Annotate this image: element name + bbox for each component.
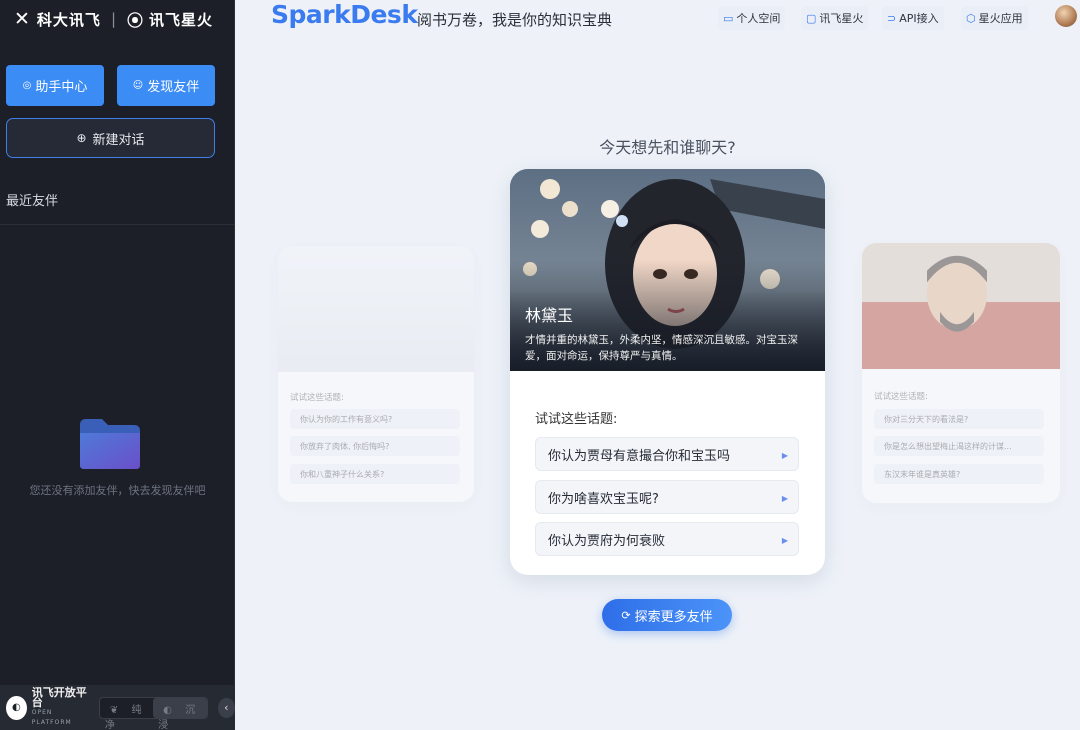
right-try-label: 试试这些话题:	[874, 392, 928, 402]
xunfei-spark-label: 讯飞星火	[819, 12, 864, 25]
folder-icon: ▭	[723, 11, 734, 25]
right-topic-1[interactable]: 你对三分天下的看法是?	[874, 409, 1044, 429]
slogan: 阅书万卷，我是你的知识宝典	[417, 11, 613, 29]
featured-topic-3[interactable]: 你认为贾府为何衰败 ▶	[535, 522, 799, 556]
brand-right: 讯飞星火	[149, 10, 214, 29]
partner-card-right[interactable]: 试试这些话题: 你对三分天下的看法是? 你是怎么想出望梅止渴这样的计谋... 东…	[862, 243, 1060, 503]
featured-partner-name: 林黛玉	[525, 306, 574, 325]
open-platform-sub: OPEN PLATFORM	[31, 708, 72, 726]
spark-apps-link[interactable]: ⬡ 星火应用	[961, 6, 1028, 30]
cube-icon: ⬡	[966, 11, 976, 25]
open-platform-logo[interactable]: 讯飞开放平台 OPEN PLATFORM	[31, 685, 89, 728]
arrow-right-icon: ▶	[781, 535, 789, 545]
featured-topic-2-label: 你为啥喜欢宝玉呢?	[548, 491, 659, 507]
brand-left: 科大讯飞	[36, 10, 101, 29]
empty-partners-text: 您还没有添加友伴，快去发现友伴吧	[29, 484, 206, 497]
featured-topic-3-label: 你认为贾府为何衰败	[548, 533, 666, 549]
mode-plain-option[interactable]: ❦ 纯净	[100, 698, 153, 730]
new-chat-label: 新建对话	[92, 132, 145, 148]
xunfei-spark-link[interactable]: ▢ 讯飞星火	[801, 6, 869, 30]
left-topic-1[interactable]: 你认为你的工作有意义吗?	[290, 409, 460, 429]
api-access-label: API接入	[899, 12, 939, 25]
top-bar: SparkDesk 阅书万卷，我是你的知识宝典	[235, 0, 1080, 36]
new-chat-button[interactable]: ⊕ 新建对话	[6, 118, 215, 158]
sparkdesk-logo[interactable]: SparkDesk	[271, 0, 418, 29]
leaf-icon: ❦	[109, 704, 119, 716]
personal-space-label: 个人空间	[736, 12, 781, 25]
featured-partner-card[interactable]: 林黛玉 才情并重的林黛玉，外柔内坚，情感深沉且敏感。对宝玉深爱，面对命运，保持尊…	[510, 169, 825, 575]
plus-circle-icon: ⊕	[76, 131, 87, 145]
arrow-right-icon: ▶	[781, 493, 789, 503]
open-platform-name: 讯飞开放平台	[31, 685, 87, 709]
left-try-label: 试试这些话题:	[290, 393, 344, 403]
partner-card-left[interactable]: 试试这些话题: 你认为你的工作有意义吗? 你放弃了肉体, 你后悔吗? 你和八重神…	[278, 246, 474, 502]
personal-space-link[interactable]: ▭ 个人空间	[718, 6, 786, 30]
assistant-icon: ◎	[22, 80, 32, 91]
explore-more-partners-button[interactable]: ⟳ 探索更多友伴	[602, 599, 732, 631]
left-topic-3[interactable]: 你和八重神子什么关系?	[290, 464, 460, 484]
featured-topic-1-label: 你认为贾母有意撮合你和宝玉吗	[548, 448, 731, 464]
partner-right-image	[862, 243, 1060, 369]
user-avatar[interactable]	[1055, 5, 1077, 27]
left-topic-2[interactable]: 你放弃了肉体, 你后悔吗?	[290, 436, 460, 456]
iflytek-logo-icon: ✕	[14, 8, 31, 30]
recent-partners-title: 最近友伴	[6, 194, 59, 209]
right-topic-2[interactable]: 你是怎么想出望梅止渴这样的计谋...	[874, 436, 1044, 456]
arrow-right-icon: ▶	[781, 450, 789, 460]
spark-apps-label: 星火应用	[978, 12, 1023, 25]
smile-icon: ☺	[132, 80, 144, 91]
discover-partner-label: 发现友伴	[147, 80, 200, 95]
partner-left-image	[278, 246, 474, 372]
open-platform-icon: ◐	[6, 695, 27, 720]
discover-partner-button[interactable]: ☺ 发现友伴	[117, 65, 215, 106]
chevron-left-icon: ‹	[224, 701, 229, 714]
spark-logo-icon: ⦿	[127, 11, 145, 30]
assistant-center-button[interactable]: ◎ 助手中心	[6, 65, 104, 106]
chat-question-heading: 今天想先和谁聊天?	[599, 138, 736, 157]
sidebar-divider	[0, 224, 235, 225]
brand-separator: |	[110, 10, 117, 28]
featured-partner-description: 才情并重的林黛玉，外柔内坚，情感深沉且敏感。对宝玉深爱，面对命运，保持尊严与真情…	[525, 334, 798, 362]
empty-folder-icon	[80, 419, 140, 469]
mode-toggle: ❦ 纯净 ◐ 沉浸	[98, 696, 208, 730]
mode-immersive-option[interactable]: ◐ 沉浸	[153, 697, 207, 730]
brand-logos: ✕ 科大讯飞 | ⦿ 讯飞星火	[14, 6, 213, 32]
assistant-center-label: 助手中心	[35, 80, 88, 95]
monitor-icon: ▢	[806, 11, 817, 25]
collapse-sidebar-button[interactable]: ‹	[217, 697, 235, 718]
api-icon: ⊃	[887, 11, 897, 25]
sidebar: ✕ 科大讯飞 | ⦿ 讯飞星火 ◎ 助手中心 ☺ 发现友伴 ⊕ 新建对话 最近友…	[0, 0, 235, 730]
refresh-icon: ⟳	[621, 608, 631, 622]
featured-topic-2[interactable]: 你为啥喜欢宝玉呢? ▶	[535, 480, 799, 514]
featured-topic-1[interactable]: 你认为贾母有意撮合你和宝玉吗 ▶	[535, 437, 799, 471]
explore-more-label: 探索更多友伴	[634, 609, 713, 625]
right-topic-3[interactable]: 东汉末年谁是真英雄?	[874, 464, 1044, 484]
api-access-link[interactable]: ⊃ API接入	[882, 6, 944, 30]
featured-try-label: 试试这些话题:	[535, 412, 618, 427]
moon-icon: ◐	[163, 704, 172, 716]
sidebar-footer: ◐ 讯飞开放平台 OPEN PLATFORM ❦ 纯净 ◐ 沉浸 ‹	[0, 685, 235, 730]
